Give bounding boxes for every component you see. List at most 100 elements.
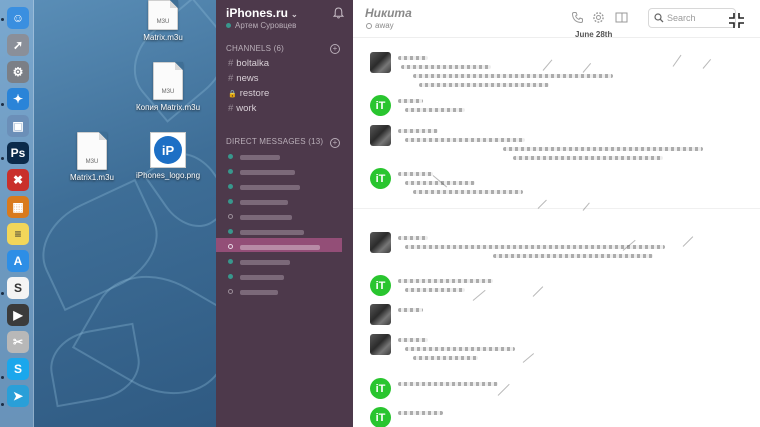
redaction-scratch xyxy=(682,236,694,247)
system-preferences-icon[interactable]: ⚙ xyxy=(7,61,29,83)
channel-restore[interactable]: 🔒 restore xyxy=(228,88,269,99)
user-avatar[interactable] xyxy=(370,334,391,355)
presence-heart-icon xyxy=(228,154,233,159)
direct-messages-header[interactable]: DIRECT MESSAGES (13) xyxy=(226,137,323,146)
presence-active-icon xyxy=(228,199,233,204)
photoshop-icon[interactable]: Ps xyxy=(7,142,29,164)
dm-item[interactable] xyxy=(226,196,336,208)
channel-name: work xyxy=(236,103,257,114)
user-name: Артем Суровцев xyxy=(235,21,297,30)
file-label: Matrix.m3u xyxy=(143,33,183,42)
hash-icon: # xyxy=(228,73,234,84)
channel-work[interactable]: # work xyxy=(228,103,256,114)
file-label: Matrix1.m3u xyxy=(69,173,114,182)
dm-item[interactable] xyxy=(226,286,336,298)
file-matrix-copy-m3u[interactable]: M3U Копия Matrix.m3u xyxy=(128,62,208,112)
channels-header[interactable]: CHANNELS (6) xyxy=(226,44,284,53)
channel-boltalka[interactable]: # boltalka xyxy=(228,58,269,69)
dm-item[interactable] xyxy=(226,256,336,268)
dock: ☺ ➚ ⚙ ✦ ▣ Ps ✖ ▦ ≡ A S ▶ ✂ S ➤ xyxy=(0,0,34,427)
add-channel-icon[interactable]: + xyxy=(330,44,340,54)
dm-item[interactable] xyxy=(226,151,336,163)
dm-item[interactable] xyxy=(226,271,336,283)
file-label: iPhones_logo.png xyxy=(135,171,201,180)
presence-away-icon xyxy=(228,214,233,219)
redaction-scratch xyxy=(542,59,553,71)
dm-count: (13) xyxy=(308,137,324,146)
message-text-redacted xyxy=(398,411,443,415)
channel-name: news xyxy=(236,73,259,84)
safari-icon[interactable]: ✦ xyxy=(7,88,29,110)
finder-icon[interactable]: ☺ xyxy=(7,7,29,29)
message-text-redacted xyxy=(405,288,465,292)
chat-header: Никита away Search xyxy=(353,0,760,38)
search-input[interactable]: Search xyxy=(648,8,736,28)
team-menu[interactable]: iPhones.ru ⌄ xyxy=(226,6,298,20)
dock-running-dot xyxy=(1,376,4,379)
hash-icon: # xyxy=(228,103,234,114)
chevron-down-icon: ⌄ xyxy=(291,10,298,19)
bell-icon[interactable] xyxy=(333,7,344,19)
user-avatar-it[interactable]: iT xyxy=(370,407,391,427)
app-store-icon[interactable]: A xyxy=(7,250,29,272)
channel-name: restore xyxy=(239,88,270,99)
search-icon xyxy=(654,13,664,23)
dm-name-redacted xyxy=(240,200,288,205)
dm-name-redacted xyxy=(240,275,284,280)
file-matrix1-m3u[interactable]: M3U Matrix1.m3u xyxy=(52,132,132,182)
status-text: away xyxy=(375,21,394,30)
telegram-icon[interactable]: ➤ xyxy=(7,385,29,407)
user-avatar-it[interactable]: iT xyxy=(370,275,391,296)
message-text-redacted xyxy=(398,172,433,176)
channel-news[interactable]: # news xyxy=(228,73,258,84)
user-avatar-it[interactable]: iT xyxy=(370,168,391,189)
add-dm-icon[interactable]: + xyxy=(330,138,340,148)
user-avatar-it[interactable]: iT xyxy=(370,378,391,399)
calculator-icon[interactable]: ▦ xyxy=(7,196,29,218)
final-cut-icon[interactable]: ▶ xyxy=(7,304,29,326)
message-text-redacted xyxy=(493,254,653,258)
user-avatar[interactable] xyxy=(370,52,391,73)
skype-icon[interactable]: S xyxy=(7,358,29,380)
notes-icon[interactable]: ≡ xyxy=(7,223,29,245)
dm-name-redacted xyxy=(240,290,278,295)
user-avatar[interactable] xyxy=(370,304,391,325)
lock-icon: 🔒 xyxy=(228,91,237,98)
presence-active-icon xyxy=(228,184,233,189)
presence-away-icon xyxy=(228,289,233,294)
dm-item[interactable] xyxy=(226,226,336,238)
slack-icon[interactable]: S xyxy=(7,277,29,299)
chat-title[interactable]: Никита xyxy=(365,6,412,20)
phone-icon[interactable] xyxy=(571,11,584,24)
user-avatar-it[interactable]: iT xyxy=(370,95,391,116)
user-avatar[interactable] xyxy=(370,125,391,146)
file-iphones-logo-png[interactable]: iP iPhones_logo.png xyxy=(128,132,208,180)
current-user[interactable]: Артем Суровцев xyxy=(226,21,296,30)
dm-item[interactable] xyxy=(226,181,336,193)
dm-item[interactable] xyxy=(226,166,336,178)
image-file-icon: iP xyxy=(150,132,186,168)
dm-name-redacted xyxy=(240,230,304,235)
team-name: iPhones.ru xyxy=(226,6,289,20)
redaction-scratch xyxy=(702,58,712,69)
message-text-redacted xyxy=(413,356,478,360)
gear-icon[interactable] xyxy=(592,11,605,24)
sidebar-toggle-icon[interactable] xyxy=(615,11,628,24)
dm-item-selected[interactable] xyxy=(226,241,336,253)
script-icon[interactable]: ✂ xyxy=(7,331,29,353)
presence-active-icon xyxy=(228,229,233,234)
message-text-redacted xyxy=(513,156,663,160)
message-text-redacted xyxy=(401,65,491,69)
redaction-scratch xyxy=(497,383,510,396)
redaction-scratch xyxy=(582,62,592,73)
user-avatar[interactable] xyxy=(370,232,391,253)
file-matrix-m3u[interactable]: M3U Matrix.m3u xyxy=(123,0,203,42)
crossover-icon[interactable]: ✖ xyxy=(7,169,29,191)
redaction-scratch xyxy=(582,202,590,211)
redaction-scratch xyxy=(472,289,486,301)
presence-active-icon xyxy=(228,259,233,264)
exit-fullscreen-icon[interactable] xyxy=(728,12,745,29)
preview-icon[interactable]: ▣ xyxy=(7,115,29,137)
launchpad-icon[interactable]: ➚ xyxy=(7,34,29,56)
dm-item[interactable] xyxy=(226,211,336,223)
